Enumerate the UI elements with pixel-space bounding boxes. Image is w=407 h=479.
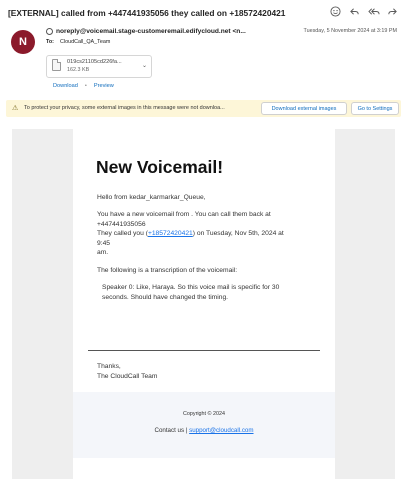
- called-number-link[interactable]: +18572420421: [148, 230, 193, 237]
- read-status-radio[interactable]: [46, 28, 53, 35]
- signature: Thanks, The CloudCall Team: [97, 362, 157, 381]
- forward-icon[interactable]: [386, 5, 399, 18]
- reply-all-icon[interactable]: [367, 5, 380, 18]
- download-external-images-button[interactable]: Download external images: [261, 102, 347, 115]
- message-line-3: They called you (+18572420421) on Tuesda…: [97, 230, 284, 247]
- greeting: Hello from kedar_karmarkar_Queue,: [97, 194, 206, 201]
- separator: •: [84, 83, 87, 89]
- divider: [88, 350, 320, 351]
- reply-icon[interactable]: [348, 5, 361, 18]
- email-footer: [73, 392, 335, 458]
- attachment-card[interactable]: 019cs21105cd226fa... 162.3 KB ⌄: [46, 55, 152, 78]
- message-actions: [329, 5, 399, 18]
- from-line: noreply@voicemail.stage-customeremail.ed…: [46, 28, 288, 35]
- warning-icon: ⚠: [12, 105, 19, 112]
- message-line-4: am.: [97, 249, 109, 257]
- email-title: New Voicemail!: [96, 157, 224, 177]
- go-to-settings-button[interactable]: Go to Settings: [351, 102, 399, 115]
- contact-line: Contact us | support@cloudcall.com: [154, 427, 254, 434]
- preview-link[interactable]: Preview: [94, 83, 114, 89]
- caller-number: +447441935056: [97, 220, 146, 228]
- recipient-name[interactable]: CloudCall_QA_Team: [60, 39, 110, 45]
- document-icon: [52, 59, 61, 71]
- download-link[interactable]: Download: [53, 83, 78, 89]
- voicemail-message: You have a new voicemail from . You can …: [97, 210, 297, 258]
- transcription-text: Speaker 0: Like, Haraya. So this voice m…: [102, 284, 280, 301]
- attachment-filename: 019cs21105cd226fa...: [67, 59, 122, 65]
- message-date: Tuesday, 5 November 2024 at 3:19 PM: [303, 28, 398, 34]
- email-subject: [EXTERNAL] called from +447441935056 the…: [8, 8, 286, 18]
- privacy-message: To protect your privacy, some external i…: [24, 105, 225, 111]
- copyright: Copyright © 2024: [182, 411, 226, 417]
- attachment-size: 162.3 KB: [67, 67, 90, 73]
- support-email-link[interactable]: support@cloudcall.com: [189, 427, 253, 434]
- to-label: To:: [46, 39, 54, 45]
- signoff-text: The CloudCall Team: [97, 372, 158, 380]
- message-line-1: You have a new voicemail from . You can …: [97, 211, 271, 218]
- recipient-line: To: CloudCall_QA_Team: [46, 39, 110, 45]
- smiley-icon[interactable]: [329, 5, 342, 18]
- sender-avatar[interactable]: N: [11, 30, 35, 54]
- attachment-actions: Download • Preview: [53, 83, 114, 89]
- sender-address[interactable]: noreply@voicemail.stage-customeremail.ed…: [56, 28, 288, 35]
- thanks-text: Thanks,: [97, 363, 121, 370]
- transcription-header: The following is a transcription of the …: [97, 267, 238, 274]
- chevron-down-icon[interactable]: ⌄: [142, 62, 147, 69]
- privacy-infobar: ⚠ To protect your privacy, some external…: [6, 100, 401, 117]
